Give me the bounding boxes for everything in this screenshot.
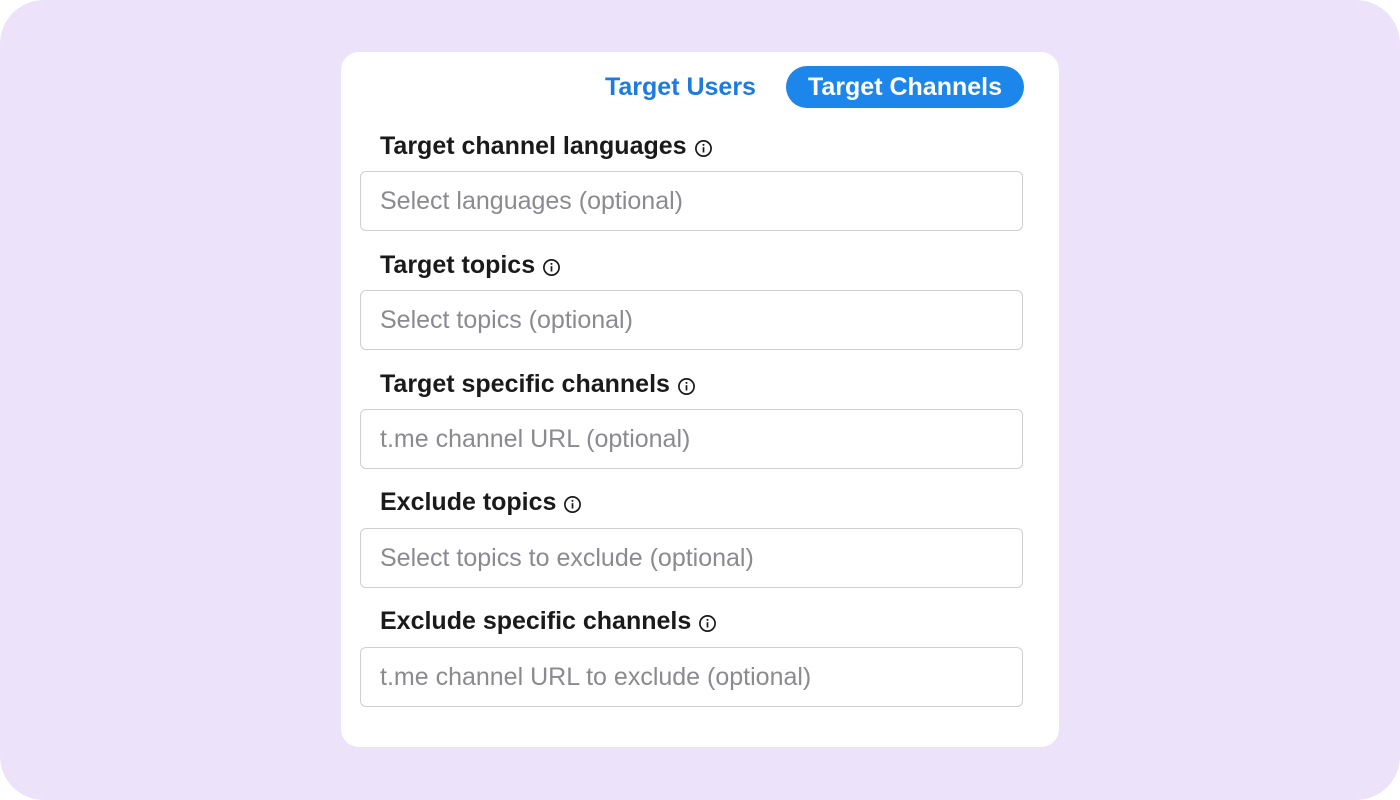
field-label-text: Target specific channels: [380, 370, 670, 398]
tab-target-channels[interactable]: Target Channels: [785, 66, 1024, 108]
exclude-specific-channels-label: Exclude specific channels: [380, 607, 717, 636]
field-label-text: Target channel languages: [380, 132, 687, 160]
target-specific-channels-label: Target specific channels: [380, 370, 696, 399]
info-icon[interactable]: [698, 614, 717, 633]
target-languages-input[interactable]: [360, 171, 1023, 231]
exclude-topics-input[interactable]: [360, 528, 1023, 588]
target-channel-languages-label: Target channel languages: [380, 132, 713, 161]
field-label-text: Exclude specific channels: [380, 607, 692, 635]
target-topics-input[interactable]: [360, 290, 1023, 350]
target-topics-label: Target topics: [380, 251, 561, 280]
info-icon[interactable]: [542, 258, 561, 277]
exclude-channels-url-input[interactable]: [360, 647, 1023, 707]
field-label-text: Target topics: [380, 251, 536, 279]
targeting-tabs: Target Users Target Channels: [593, 66, 1024, 108]
info-icon[interactable]: [563, 495, 582, 514]
targeting-panel: Target Users Target Channels Target chan…: [341, 52, 1059, 747]
target-channels-url-input[interactable]: [360, 409, 1023, 469]
info-icon[interactable]: [677, 377, 696, 396]
info-icon[interactable]: [694, 139, 713, 158]
exclude-topics-label: Exclude topics: [380, 488, 582, 517]
tab-target-users[interactable]: Target Users: [593, 66, 768, 108]
field-label-text: Exclude topics: [380, 488, 557, 516]
